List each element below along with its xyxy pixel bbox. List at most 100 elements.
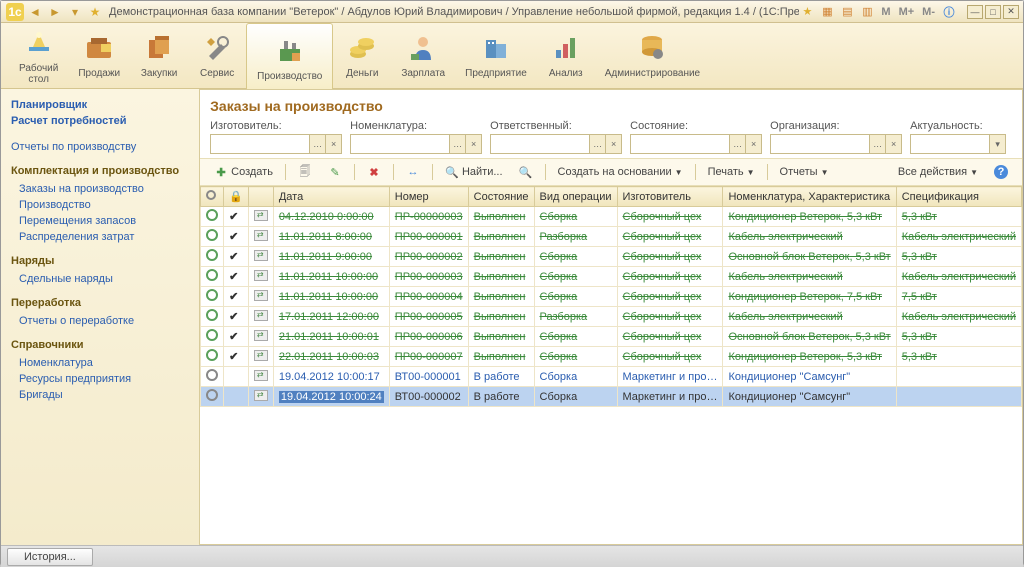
table-row[interactable]: ✔11.01.2011 10:00:00ПР00-000003ВыполненС… — [201, 267, 1022, 287]
filter-clear-org[interactable]: × — [886, 134, 902, 154]
memory-mminus[interactable]: M- — [920, 6, 937, 18]
toolbar-purchases-label: Закупки — [141, 68, 177, 79]
reports-button[interactable]: Отчеты ▼ — [774, 164, 835, 180]
table-row[interactable]: ✔11.01.2011 10:00:00ПР00-000004ВыполненС… — [201, 287, 1022, 307]
main-toolbar: Рабочий стол Продажи Закупки Сервис Прои… — [1, 23, 1023, 89]
help-button[interactable]: ? — [988, 163, 1014, 181]
table-wrapper[interactable]: 🔒 ДатаНомерСостояниеВид операцииИзготовит… — [200, 186, 1022, 544]
memory-mplus[interactable]: M+ — [897, 6, 917, 18]
column-header[interactable]: Изготовитель — [617, 187, 723, 207]
toolbar-admin[interactable]: Администрирование — [595, 30, 710, 81]
column-header[interactable]: Состояние — [468, 187, 534, 207]
column-header[interactable]: Дата — [273, 187, 389, 207]
sidebar-group-title: Наряды — [11, 255, 189, 267]
filter-clear-state[interactable]: × — [746, 134, 762, 154]
memory-m[interactable]: M — [879, 6, 892, 18]
calc-icon[interactable]: ▥ — [859, 4, 875, 20]
filter-clear-responsible[interactable]: × — [606, 134, 622, 154]
table-row[interactable]: ✔22.01.2011 10:00:03ПР00-000007ВыполненС… — [201, 347, 1022, 367]
sidebar: Планировщик Расчет потребностей Отчеты п… — [1, 89, 200, 545]
sidebar-group-title: Комплектация и производство — [11, 165, 189, 177]
filter-input-responsible[interactable] — [490, 134, 590, 154]
grid2-icon[interactable]: ▤ — [839, 4, 855, 20]
column-header[interactable]: Номер — [389, 187, 468, 207]
filter-browse-nomenclature[interactable]: … — [450, 134, 466, 154]
edit-button[interactable]: ✎ — [322, 163, 348, 181]
history-button[interactable]: История... — [7, 548, 93, 566]
create-on-basis-button[interactable]: Создать на основании ▼ — [552, 164, 689, 180]
create-button[interactable]: ✚Создать — [208, 163, 279, 181]
refresh-button[interactable]: ↔ — [400, 163, 426, 181]
table-row[interactable]: 19.04.2012 10:00:24ВТ00-000002В работеСб… — [201, 387, 1022, 407]
star-icon[interactable]: ★ — [86, 3, 104, 21]
sidebar-link[interactable]: Бригады — [11, 387, 189, 403]
help-icon[interactable]: ⓘ — [941, 4, 957, 20]
filter-input-org[interactable] — [770, 134, 870, 154]
forward-icon[interactable]: ► — [46, 3, 64, 21]
close-button[interactable]: ✕ — [1003, 5, 1019, 19]
toolbar-analysis[interactable]: Анализ — [537, 30, 595, 81]
find-button[interactable]: 🔍Найти... — [439, 163, 509, 181]
toolbar-money-label: Деньги — [346, 68, 378, 79]
filter-browse-org[interactable]: … — [870, 134, 886, 154]
column-header[interactable]: Спецификация — [896, 187, 1021, 207]
sidebar-planner[interactable]: Планировщик — [11, 97, 189, 113]
table-row[interactable]: ✔04.12.2010 0:00:00ПР-00000003ВыполненСб… — [201, 207, 1022, 227]
copy-button[interactable]: 🗐 — [292, 163, 318, 181]
back-icon[interactable]: ◄ — [26, 3, 44, 21]
clear-find-button[interactable]: 🔍 — [513, 163, 539, 181]
toolbar-desktop[interactable]: Рабочий стол — [9, 25, 68, 87]
sidebar-link[interactable]: Перемещения запасов — [11, 213, 189, 229]
filter-browse-manufacturer[interactable]: … — [310, 134, 326, 154]
filter-browse-responsible[interactable]: … — [590, 134, 606, 154]
toolbar-purchases[interactable]: Закупки — [130, 30, 188, 81]
sidebar-link[interactable]: Производство — [11, 197, 189, 213]
column-header[interactable]: Вид операции — [534, 187, 617, 207]
sidebar-group-title: Переработка — [11, 297, 189, 309]
main-header: Заказы на производство Изготовитель:…×Но… — [200, 90, 1022, 159]
toolbar-company[interactable]: Предприятие — [455, 30, 537, 81]
window-title: Демонстрационная база компании "Ветерок"… — [105, 6, 799, 18]
table-row[interactable]: ✔11.01.2011 9:00:00ПР00-000002ВыполненСб… — [201, 247, 1022, 267]
sidebar-link[interactable]: Распределения затрат — [11, 229, 189, 245]
table-row[interactable]: ✔17.01.2011 12:00:00ПР00-000005ВыполненР… — [201, 307, 1022, 327]
sidebar-needs-calc[interactable]: Расчет потребностей — [11, 113, 189, 129]
filter-input-nomenclature[interactable] — [350, 134, 450, 154]
dropdown-icon[interactable]: ▾ — [66, 3, 84, 21]
toolbar-money[interactable]: Деньги — [333, 30, 391, 81]
orders-table: 🔒 ДатаНомерСостояниеВид операцииИзготовит… — [200, 186, 1022, 407]
column-header[interactable] — [201, 187, 224, 207]
grid1-icon[interactable]: ▦ — [819, 4, 835, 20]
filter-input-relevance[interactable] — [910, 134, 990, 154]
column-header[interactable]: Номенклатура, Характеристика — [723, 187, 896, 207]
toolbar-salary[interactable]: Зарплата — [391, 30, 455, 81]
print-button[interactable]: Печать ▼ — [702, 164, 761, 180]
sidebar-link[interactable]: Сдельные наряды — [11, 271, 189, 287]
filter-label: Номенклатура: — [350, 120, 482, 132]
table-row[interactable]: ✔11.01.2011 8:00:00ПР00-000001ВыполненРа… — [201, 227, 1022, 247]
minimize-button[interactable]: — — [967, 5, 983, 19]
all-actions-button[interactable]: Все действия ▼ — [892, 164, 984, 180]
sidebar-production-reports[interactable]: Отчеты по производству — [11, 139, 189, 155]
toolbar-service[interactable]: Сервис — [188, 30, 246, 81]
filter-input-state[interactable] — [630, 134, 730, 154]
sidebar-link[interactable]: Отчеты о переработке — [11, 313, 189, 329]
filter-browse-state[interactable]: … — [730, 134, 746, 154]
filter-drop-relevance[interactable]: ▾ — [990, 134, 1006, 154]
column-header[interactable] — [248, 187, 273, 207]
filter-input-manufacturer[interactable] — [210, 134, 310, 154]
toolbar-sales-label: Продажи — [78, 68, 120, 79]
sidebar-link[interactable]: Номенклатура — [11, 355, 189, 371]
sidebar-link[interactable]: Ресурсы предприятия — [11, 371, 189, 387]
delete-button[interactable]: ✖ — [361, 163, 387, 181]
column-header[interactable]: 🔒 — [224, 187, 249, 207]
table-row[interactable]: ✔21.01.2011 10:00:01ПР00-000006ВыполненС… — [201, 327, 1022, 347]
filter-clear-manufacturer[interactable]: × — [326, 134, 342, 154]
toolbar-production[interactable]: Производство — [246, 23, 333, 89]
toolbar-sales[interactable]: Продажи — [68, 30, 130, 81]
filter-clear-nomenclature[interactable]: × — [466, 134, 482, 154]
maximize-button[interactable]: □ — [985, 5, 1001, 19]
sidebar-link[interactable]: Заказы на производство — [11, 181, 189, 197]
table-row[interactable]: 19.04.2012 10:00:17ВТ00-000001В работеСб… — [201, 367, 1022, 387]
favorite-icon[interactable]: ★ — [799, 4, 815, 20]
